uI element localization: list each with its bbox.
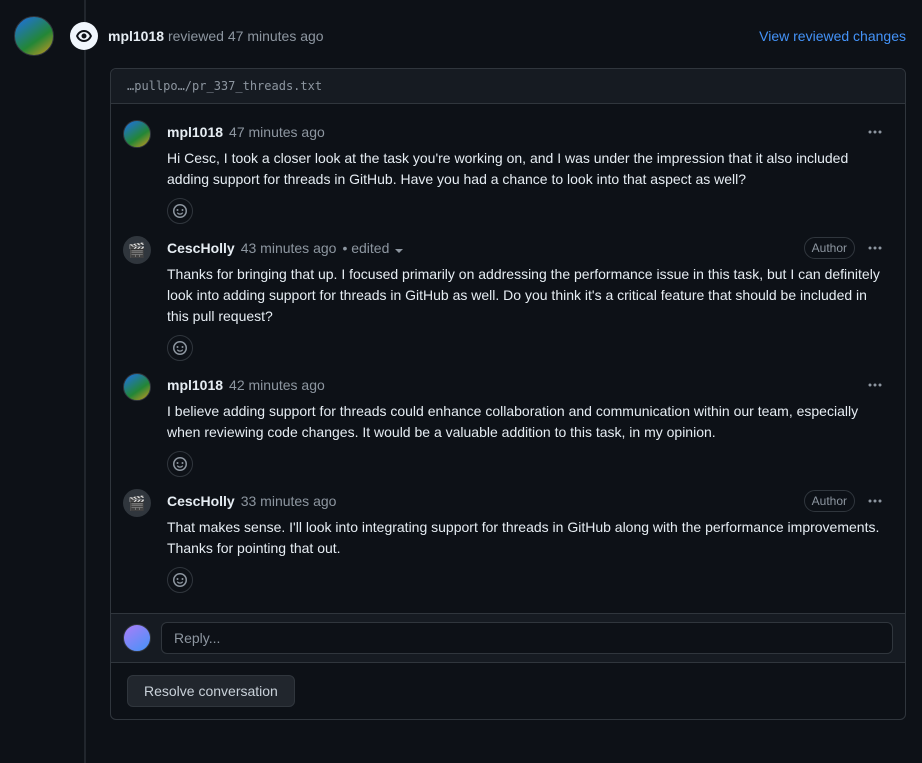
comment-header: CescHolly 43 minutes ago • edited Author	[167, 236, 889, 260]
review-thread: …pullpo…/pr_337_threads.txt mpl1018 47 m…	[110, 68, 906, 720]
comment-header: CescHolly 33 minutes ago Author	[167, 489, 889, 513]
avatar[interactable]	[123, 373, 151, 401]
comment-body: That makes sense. I'll look into integra…	[167, 517, 889, 559]
add-reaction-button[interactable]	[167, 198, 193, 224]
comment-menu-button[interactable]	[861, 489, 889, 513]
avatar[interactable]: 🎬	[123, 236, 151, 264]
eye-icon	[70, 22, 98, 50]
comment-user[interactable]: CescHolly	[167, 238, 235, 259]
reply-input[interactable]	[161, 622, 893, 654]
comment: mpl1018 42 minutes ago I believe adding …	[111, 365, 905, 481]
comment-time[interactable]: 47 minutes ago	[229, 122, 325, 143]
comment-header: mpl1018 42 minutes ago	[167, 373, 889, 397]
comment-user[interactable]: mpl1018	[167, 375, 223, 396]
comment-menu-button[interactable]	[861, 120, 889, 144]
edited-indicator[interactable]: • edited	[342, 238, 403, 259]
review-user[interactable]: mpl1018	[108, 28, 164, 44]
avatar[interactable]: 🎬	[123, 489, 151, 517]
separator: •	[342, 240, 351, 256]
resolve-area: Resolve conversation	[111, 662, 905, 719]
review-header: mpl1018 reviewed 47 minutes ago View rev…	[84, 16, 906, 56]
reply-area	[111, 613, 905, 662]
comment-body: I believe adding support for threads cou…	[167, 401, 889, 443]
comment-menu-button[interactable]	[861, 236, 889, 260]
timeline-rail	[84, 0, 86, 763]
review-time[interactable]: 47 minutes ago	[228, 28, 324, 44]
review-action: reviewed	[168, 28, 224, 44]
comment: 🎬 CescHolly 33 minutes ago Author That m…	[111, 481, 905, 597]
comment-time[interactable]: 43 minutes ago	[241, 238, 337, 259]
comment: mpl1018 47 minutes ago Hi Cesc, I took a…	[111, 112, 905, 228]
add-reaction-button[interactable]	[167, 335, 193, 361]
review-summary: mpl1018 reviewed 47 minutes ago	[108, 26, 759, 47]
author-badge: Author	[804, 490, 855, 512]
edited-label: edited	[351, 240, 389, 256]
comment-body: Hi Cesc, I took a closer look at the tas…	[167, 148, 889, 190]
avatar[interactable]	[123, 120, 151, 148]
comment-menu-button[interactable]	[861, 373, 889, 397]
comments-list: mpl1018 47 minutes ago Hi Cesc, I took a…	[111, 104, 905, 613]
avatar[interactable]	[14, 16, 54, 56]
view-reviewed-changes-link[interactable]: View reviewed changes	[759, 26, 906, 47]
caret-down-icon[interactable]	[395, 249, 403, 253]
add-reaction-button[interactable]	[167, 451, 193, 477]
file-path[interactable]: …pullpo…/pr_337_threads.txt	[111, 69, 905, 104]
comment-user[interactable]: mpl1018	[167, 122, 223, 143]
comment-time[interactable]: 33 minutes ago	[241, 491, 337, 512]
current-user-avatar[interactable]	[123, 624, 151, 652]
author-badge: Author	[804, 237, 855, 259]
comment-user[interactable]: CescHolly	[167, 491, 235, 512]
resolve-conversation-button[interactable]: Resolve conversation	[127, 675, 295, 707]
comment-header: mpl1018 47 minutes ago	[167, 120, 889, 144]
comment: 🎬 CescHolly 43 minutes ago • edited Auth…	[111, 228, 905, 365]
comment-body: Thanks for bringing that up. I focused p…	[167, 264, 889, 327]
comment-time[interactable]: 42 minutes ago	[229, 375, 325, 396]
add-reaction-button[interactable]	[167, 567, 193, 593]
